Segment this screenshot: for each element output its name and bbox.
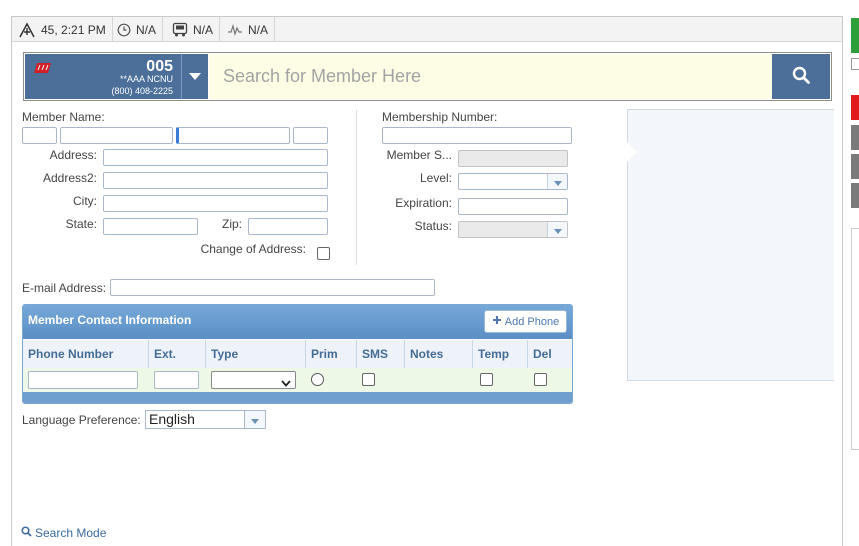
location-arrow-icon [18, 21, 36, 38]
sms-checkbox[interactable] [362, 373, 375, 386]
search-icon [792, 66, 810, 87]
address2-field[interactable] [103, 172, 328, 189]
search-mode-label: Search Mode [35, 526, 107, 540]
status-bar: 45, 2:21 PM N/A N/A N/A [12, 17, 842, 42]
rail-grey-button-1[interactable] [851, 125, 859, 150]
chevron-down-icon [281, 376, 291, 390]
state-field[interactable] [103, 218, 198, 235]
change-of-address-checkbox[interactable] [317, 247, 330, 260]
search-mode-link[interactable]: Search Mode [21, 526, 106, 540]
zip-field[interactable] [248, 218, 328, 235]
level-label: Level: [419, 171, 452, 185]
rail-grey-button-2[interactable] [851, 154, 859, 179]
status-location: 45, 2:21 PM [12, 17, 113, 42]
zip-label: Zip: [221, 217, 242, 231]
level-dropdown-arrow[interactable] [547, 174, 567, 189]
rail-panel [851, 228, 859, 450]
panel-notch [627, 142, 637, 162]
caret-down-icon [553, 175, 562, 189]
membership-number-label: Membership Number: [382, 110, 498, 124]
membership-number-field[interactable] [382, 127, 572, 144]
search-icon [21, 526, 32, 540]
contact-title: Member Contact Information [28, 313, 192, 327]
status-timer-value: N/A [136, 22, 157, 37]
col-del: Del [528, 340, 572, 368]
state-label: State: [65, 217, 97, 231]
aaa-logo-icon [33, 62, 53, 77]
club-selector[interactable]: 005 **AAA NCNU (800) 408-2225 [25, 54, 181, 99]
language-label: Language Preference: [22, 413, 141, 427]
first-name-field[interactable] [60, 127, 173, 144]
club-dropdown-button[interactable] [181, 54, 208, 99]
status-coords: 45, 2:21 PM [41, 22, 106, 37]
rail-green-button[interactable] [851, 18, 859, 53]
rail-red-button[interactable] [851, 95, 859, 120]
member-search-input[interactable] [209, 54, 772, 99]
status-label: Status: [414, 219, 452, 233]
email-field[interactable] [110, 279, 435, 296]
name-prefix-field[interactable] [22, 127, 57, 144]
address-label: Address: [49, 148, 97, 162]
col-prim: Prim [306, 340, 357, 368]
status-vehicle-value: N/A [193, 22, 214, 37]
member-contact-section: Member Contact Information Add Phone Pho… [22, 304, 573, 404]
col-temp: Temp [473, 340, 528, 368]
table-row [23, 368, 572, 392]
add-phone-label: Add Phone [504, 315, 560, 328]
club-phone: (800) 408-2225 [111, 86, 173, 96]
contact-header: Member Contact Information Add Phone [23, 305, 572, 339]
status-signal-value: N/A [248, 22, 269, 37]
member-name-label: Member Name: [22, 110, 105, 124]
level-select[interactable] [458, 173, 568, 190]
signal-icon [227, 23, 243, 36]
change-of-address-label: Change of Address: [200, 242, 306, 256]
status-select [458, 221, 568, 238]
member-search-bar: 005 **AAA NCNU (800) 408-2225 [23, 52, 832, 101]
temp-checkbox[interactable] [480, 373, 493, 386]
right-action-rail [851, 0, 859, 546]
member-details-panel [627, 109, 834, 381]
col-ext: Ext. [149, 340, 206, 368]
expiration-label: Expiration: [395, 196, 452, 210]
col-sms: SMS [357, 340, 405, 368]
address2-label: Address2: [42, 171, 97, 185]
email-label: E-mail Address: [22, 281, 107, 295]
language-dropdown-arrow[interactable] [245, 410, 266, 429]
phone-ext-field[interactable] [154, 371, 199, 389]
member-lookup-frame: 45, 2:21 PM N/A N/A N/A 005 **AAA NCNU (… [11, 16, 843, 546]
plus-icon [492, 315, 502, 328]
add-phone-button[interactable]: Add Phone [484, 310, 567, 333]
status-vehicle: N/A [166, 17, 221, 42]
member-since-label: Member S... [386, 148, 452, 162]
rail-grey-button-3[interactable] [851, 183, 859, 208]
language-select[interactable]: English [145, 410, 245, 429]
status-timer: N/A [111, 17, 164, 42]
address-field[interactable] [103, 149, 328, 166]
primary-phone-radio[interactable] [311, 373, 324, 386]
expiration-field[interactable] [458, 198, 568, 215]
clock-icon [117, 23, 131, 37]
col-notes: Notes [405, 340, 473, 368]
col-phone-number: Phone Number [23, 340, 149, 368]
status-signal: N/A [221, 17, 276, 42]
search-button[interactable] [772, 54, 830, 99]
caret-down-icon [553, 223, 562, 237]
last-name-field[interactable] [176, 127, 290, 144]
club-name: **AAA NCNU [119, 74, 173, 84]
tow-truck-icon [172, 22, 188, 37]
caret-down-icon [251, 413, 259, 427]
name-suffix-field[interactable] [293, 127, 328, 144]
status-dropdown-arrow [547, 222, 567, 237]
city-field[interactable] [103, 195, 328, 212]
col-type: Type [206, 340, 306, 368]
city-label: City: [73, 194, 97, 208]
contact-table-footer [23, 392, 572, 403]
delete-checkbox[interactable] [534, 373, 547, 386]
phone-type-select[interactable] [211, 371, 296, 389]
member-since-field [458, 150, 568, 167]
rail-checkbox[interactable] [851, 58, 859, 70]
column-divider [356, 110, 357, 265]
phone-number-field[interactable] [28, 371, 138, 389]
caret-down-icon [189, 70, 201, 84]
